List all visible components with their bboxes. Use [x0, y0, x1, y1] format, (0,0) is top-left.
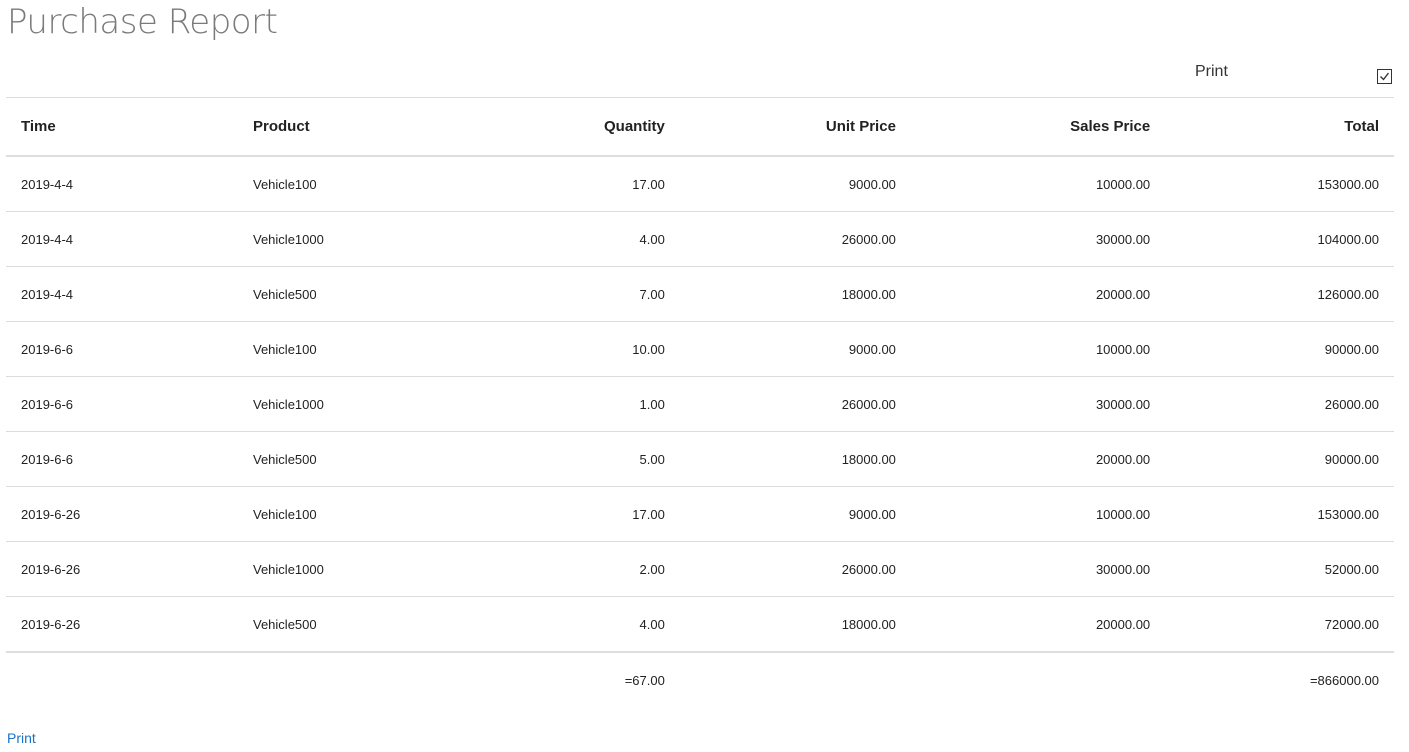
cell-quantity: 2.00: [470, 541, 680, 597]
cell-total: 126000.00: [1165, 266, 1394, 322]
page-title: Purchase Report: [7, 2, 278, 42]
cell-time: 2019-6-26: [6, 486, 238, 542]
table-row: 2019-6-26 Vehicle100 17.00 9000.00 10000…: [6, 486, 1394, 542]
table-row: 2019-6-26 Vehicle1000 2.00 26000.00 3000…: [6, 541, 1394, 597]
cell-quantity: 7.00: [470, 266, 680, 322]
cell-product: Vehicle1000: [238, 211, 470, 267]
cell-sales-price: 30000.00: [910, 376, 1166, 432]
cell-sales-price: 20000.00: [910, 596, 1166, 653]
cell-sales-price: 30000.00: [910, 211, 1166, 267]
checkmark-icon: [1380, 72, 1390, 81]
cell-total: 72000.00: [1165, 596, 1394, 653]
cell-quantity: 17.00: [470, 156, 680, 212]
table-row: 2019-4-4 Vehicle100 17.00 9000.00 10000.…: [6, 156, 1394, 212]
cell-quantity: 4.00: [470, 596, 680, 653]
cell-total: 90000.00: [1165, 431, 1394, 487]
cell-sales-price: 20000.00: [910, 431, 1166, 487]
cell-unit-price: 18000.00: [679, 596, 911, 653]
cell-unit-price: 26000.00: [679, 541, 911, 597]
total-quantity: =67.00: [624, 672, 665, 688]
print-link[interactable]: Print: [7, 730, 36, 746]
totals-row: =67.00 =866000.00: [6, 652, 1394, 707]
cell-product: Vehicle500: [238, 266, 470, 322]
cell-product: Vehicle100: [238, 486, 470, 542]
table-row: 2019-6-6 Vehicle500 5.00 18000.00 20000.…: [6, 431, 1394, 487]
cell-product: Vehicle500: [238, 596, 470, 653]
table-row: 2019-6-26 Vehicle500 4.00 18000.00 20000…: [6, 596, 1394, 653]
cell-time: 2019-4-4: [6, 266, 238, 322]
cell-product: Vehicle100: [238, 321, 470, 377]
cell-quantity: 4.00: [470, 211, 680, 267]
header-time: Time: [6, 97, 238, 157]
cell-product: Vehicle500: [238, 431, 470, 487]
header-product: Product: [238, 97, 470, 157]
table-row: 2019-6-6 Vehicle100 10.00 9000.00 10000.…: [6, 321, 1394, 377]
table-row: 2019-4-4 Vehicle500 7.00 18000.00 20000.…: [6, 266, 1394, 322]
cell-product: Vehicle1000: [238, 376, 470, 432]
cell-time: 2019-6-26: [6, 596, 238, 653]
cell-unit-price: 9000.00: [679, 321, 911, 377]
cell-product: Vehicle1000: [238, 541, 470, 597]
table-row: 2019-4-4 Vehicle1000 4.00 26000.00 30000…: [6, 211, 1394, 267]
header-unit-price: Unit Price: [679, 97, 911, 157]
cell-unit-price: 26000.00: [679, 376, 911, 432]
header-quantity: Quantity: [470, 97, 680, 157]
cell-quantity: 17.00: [470, 486, 680, 542]
cell-unit-price: 18000.00: [679, 431, 911, 487]
table-row: 2019-6-6 Vehicle1000 1.00 26000.00 30000…: [6, 376, 1394, 432]
cell-unit-price: 18000.00: [679, 266, 911, 322]
header-sales-price: Sales Price: [910, 97, 1166, 157]
cell-total: 104000.00: [1165, 211, 1394, 267]
cell-unit-price: 26000.00: [679, 211, 911, 267]
grand-total: =866000.00: [1309, 672, 1379, 688]
cell-sales-price: 20000.00: [910, 266, 1166, 322]
cell-total: 26000.00: [1165, 376, 1394, 432]
cell-total: 153000.00: [1165, 156, 1394, 212]
header-total: Total: [1165, 97, 1394, 157]
cell-total: 153000.00: [1165, 486, 1394, 542]
cell-time: 2019-6-6: [6, 431, 238, 487]
cell-time: 2019-6-6: [6, 321, 238, 377]
cell-sales-price: 10000.00: [910, 486, 1166, 542]
cell-unit-price: 9000.00: [679, 486, 911, 542]
table-header-row: Time Product Quantity Unit Price Sales P…: [6, 97, 1394, 157]
cell-product: Vehicle100: [238, 156, 470, 212]
cell-total: 52000.00: [1165, 541, 1394, 597]
cell-time: 2019-6-6: [6, 376, 238, 432]
cell-total: 90000.00: [1165, 321, 1394, 377]
purchase-report-table: Time Product Quantity Unit Price Sales P…: [6, 97, 1394, 707]
cell-sales-price: 10000.00: [910, 321, 1166, 377]
print-toggle-label: Print: [1195, 63, 1228, 80]
cell-quantity: 10.00: [470, 321, 680, 377]
print-checkbox[interactable]: [1377, 69, 1392, 84]
cell-time: 2019-6-26: [6, 541, 238, 597]
cell-quantity: 1.00: [470, 376, 680, 432]
cell-sales-price: 30000.00: [910, 541, 1166, 597]
cell-time: 2019-4-4: [6, 156, 238, 212]
cell-unit-price: 9000.00: [679, 156, 911, 212]
cell-quantity: 5.00: [470, 431, 680, 487]
cell-time: 2019-4-4: [6, 211, 238, 267]
cell-sales-price: 10000.00: [910, 156, 1166, 212]
